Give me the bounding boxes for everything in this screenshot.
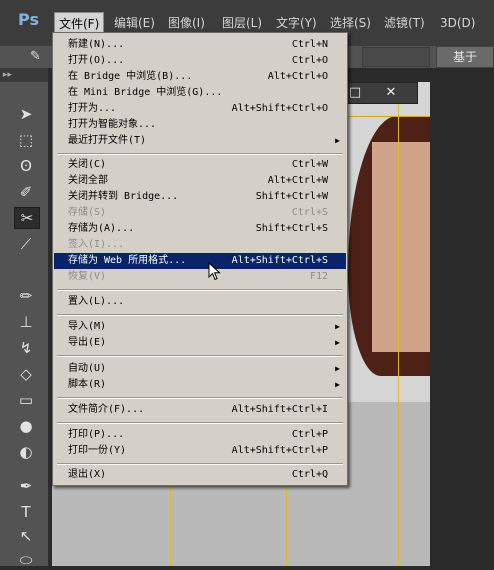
menu-separator [57, 397, 343, 399]
menu-filter[interactable]: 滤镜(T) [380, 14, 429, 32]
menu-item-scripts[interactable]: 脚本(R) ▶ [54, 377, 346, 393]
submenu-arrow-icon: ▶ [335, 322, 340, 331]
menu-edit[interactable]: 编辑(E) [110, 14, 159, 32]
brush-preset-icon[interactable]: ✎ [30, 49, 52, 65]
menu-item-open[interactable]: 打开(O)... Ctrl+O [54, 53, 346, 69]
menu-item-close-go-bridge[interactable]: 关闭并转到 Bridge... Shift+Ctrl+W [54, 189, 346, 205]
menu-item-exit[interactable]: 退出(X) Ctrl+Q [54, 467, 346, 483]
quick-select-tool-icon[interactable]: ✐ [14, 182, 38, 202]
submenu-arrow-icon: ▶ [335, 364, 340, 373]
submenu-arrow-icon: ▶ [335, 380, 340, 389]
shape-tool-icon[interactable]: ⬭ [14, 550, 38, 570]
sample-button[interactable]: 基于 [436, 46, 494, 68]
menu-image[interactable]: 图像(I) [164, 14, 209, 32]
option-input[interactable] [362, 47, 430, 67]
tools-panel: ▸▸ ➤ ⬚ ʘ ✐ ✂ ⟋ ✏ ⊥ ↯ ◇ ▭ ● ◐ ✒ T ↖ ⬭ [0, 68, 49, 569]
guide-line [398, 102, 399, 566]
dodge-tool-icon[interactable]: ◐ [14, 442, 38, 462]
history-brush-tool-icon[interactable]: ↯ [14, 338, 38, 358]
menu-item-close[interactable]: 关闭(C) Ctrl+W [54, 157, 346, 173]
type-tool-icon[interactable]: T [14, 502, 38, 522]
document-window-controls: □ ✕ [340, 82, 418, 104]
stamp-tool-icon[interactable]: ⊥ [14, 312, 38, 332]
menu-item-check-in[interactable]: 签入(I)... [54, 237, 346, 253]
menu-separator [57, 355, 343, 357]
gradient-tool-icon[interactable]: ▭ [14, 390, 38, 410]
menu-separator [57, 289, 343, 291]
menu-type[interactable]: 文字(Y) [272, 14, 321, 32]
menu-item-open-as[interactable]: 打开为... Alt+Shift+Ctrl+O [54, 101, 346, 117]
mouse-cursor-icon [208, 262, 221, 281]
menu-separator [57, 314, 343, 316]
pen-tool-icon[interactable]: ✒ [14, 476, 38, 496]
menu-separator [57, 422, 343, 424]
menu-item-browse-mini-bridge[interactable]: 在 Mini Bridge 中浏览(G)... [54, 85, 346, 101]
eyedropper-tool-icon[interactable]: ⟋ [14, 234, 38, 254]
menu-item-automate[interactable]: 自动(U) ▶ [54, 361, 346, 377]
menu-item-save[interactable]: 存储(S) Ctrl+S [54, 205, 346, 221]
close-icon[interactable]: ✕ [381, 83, 401, 103]
lasso-tool-icon[interactable]: ʘ [14, 156, 38, 176]
restore-icon[interactable]: □ [345, 83, 365, 103]
menu-item-open-as-smart-object[interactable]: 打开为智能对象... [54, 117, 346, 133]
workspace-background [430, 68, 494, 566]
menu-item-place[interactable]: 置入(L)... [54, 294, 346, 310]
submenu-arrow-icon: ▶ [335, 338, 340, 347]
menu-layer[interactable]: 图层(L) [218, 14, 266, 32]
file-menu-dropdown: 新建(N)... Ctrl+N 打开(O)... Ctrl+O 在 Bridge… [52, 32, 348, 486]
brush-tool-icon[interactable]: ✏ [14, 286, 38, 306]
move-tool-icon[interactable]: ➤ [14, 104, 38, 124]
submenu-arrow-icon: ▶ [335, 136, 340, 145]
menu-item-browse-bridge[interactable]: 在 Bridge 中浏览(B)... Alt+Ctrl+O [54, 69, 346, 85]
menu-separator [57, 463, 343, 465]
app-logo: Ps [18, 10, 39, 29]
menu-3d[interactable]: 3D(D) [436, 14, 479, 32]
menu-select[interactable]: 选择(S) [326, 14, 375, 32]
blur-tool-icon[interactable]: ● [14, 416, 38, 436]
marquee-tool-icon[interactable]: ⬚ [14, 130, 38, 150]
eraser-tool-icon[interactable]: ◇ [14, 364, 38, 384]
path-select-tool-icon[interactable]: ↖ [14, 526, 38, 546]
menu-item-print-one-copy[interactable]: 打印一份(Y) Alt+Shift+Ctrl+P [54, 443, 346, 459]
menu-item-new[interactable]: 新建(N)... Ctrl+N [54, 37, 346, 53]
menu-item-close-all[interactable]: 关闭全部 Alt+Ctrl+W [54, 173, 346, 189]
menu-item-export[interactable]: 导出(E) ▶ [54, 335, 346, 351]
menu-item-import[interactable]: 导入(M) ▶ [54, 319, 346, 335]
menu-separator [57, 153, 343, 155]
menu-item-print[interactable]: 打印(P)... Ctrl+P [54, 427, 346, 443]
menu-item-save-as[interactable]: 存储为(A)... Shift+Ctrl+S [54, 221, 346, 237]
menu-item-save-for-web[interactable]: 存储为 Web 所用格式... Alt+Shift+Ctrl+S [54, 253, 346, 269]
crop-tool-icon[interactable]: ✂ [14, 207, 40, 229]
menu-item-file-info[interactable]: 文件简介(F)... Alt+Shift+Ctrl+I [54, 402, 346, 418]
menu-item-recent-files[interactable]: 最近打开文件(T) ▶ [54, 133, 346, 149]
menu-item-revert[interactable]: 恢复(V) F12 [54, 269, 346, 285]
photo-face [372, 142, 430, 352]
panel-collapse-icon[interactable]: ▸▸ [0, 68, 48, 82]
